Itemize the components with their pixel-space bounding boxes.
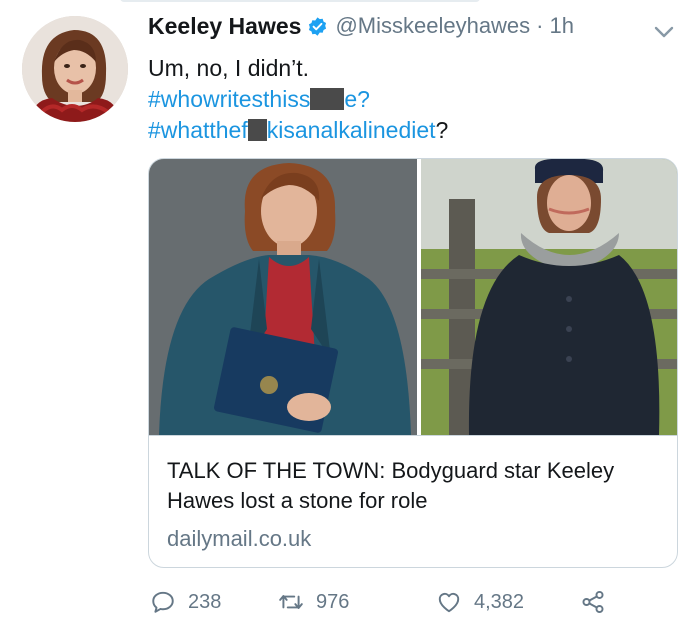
hashtag-suffix: ? — [435, 117, 449, 143]
hashtag-part[interactable]: kisanalkalinediet — [267, 117, 436, 143]
hashtag-line-1[interactable]: #whowritesthiss e? — [148, 84, 668, 115]
retweet-button[interactable]: 976 — [278, 589, 349, 615]
card-title-line[interactable]: Hawes lost a stone for role — [167, 486, 661, 516]
heart-icon — [438, 592, 460, 613]
censor-bar — [247, 119, 267, 141]
hashtag-line-2[interactable]: #whatthef kisanalkalinediet? — [148, 115, 668, 146]
reply-button[interactable]: 238 — [150, 589, 221, 615]
reply-count: 238 — [188, 590, 222, 613]
card-image — [149, 159, 677, 435]
like-count: 4,382 — [474, 590, 525, 613]
author-handle[interactable]: @Misskeeleyhawes — [335, 13, 530, 39]
tweet-text: Um, no, I didn’t. #whowritesthiss e? #wha… — [148, 53, 668, 146]
verified-badge-icon — [307, 16, 328, 37]
card-domain[interactable]: dailymail.co.uk — [167, 526, 661, 552]
share-button[interactable] — [580, 589, 618, 615]
previous-tweet-edge — [0, 0, 700, 4]
like-button[interactable]: 4,382 — [436, 589, 524, 615]
card-title-line[interactable]: TALK OF THE TOWN: Bodyguard star Keeley — [167, 456, 661, 486]
censor-bar — [310, 88, 345, 110]
retweet-icon — [279, 595, 303, 609]
chevron-down-icon[interactable] — [652, 22, 676, 42]
card-title[interactable]: TALK OF THE TOWN: Bodyguard star Keeley … — [167, 456, 661, 516]
timestamp[interactable]: 1h — [550, 13, 574, 39]
tweet-header: Keeley Hawes @Misskeeleyhawes · 1h — [148, 11, 574, 41]
hashtag-part[interactable]: #whowritesthiss — [148, 86, 310, 112]
hashtag-part[interactable]: #whatthef — [148, 117, 248, 143]
tweet-actions: 238 976 4,382 — [150, 589, 670, 618]
reply-icon — [152, 591, 174, 613]
author-avatar[interactable] — [22, 16, 128, 122]
author-name[interactable]: Keeley Hawes — [148, 13, 301, 40]
avatar-image — [22, 16, 128, 122]
hashtag-part[interactable]: e? — [344, 86, 370, 112]
separator-dot: · — [536, 13, 544, 38]
link-preview-card[interactable]: TALK OF THE TOWN: Bodyguard star Keeley … — [148, 158, 678, 568]
card-body[interactable]: TALK OF THE TOWN: Bodyguard star Keeley … — [149, 435, 677, 567]
tweet-text-line: Um, no, I didn’t. — [148, 55, 310, 81]
share-icon — [582, 590, 604, 614]
retweet-count: 976 — [316, 590, 350, 613]
